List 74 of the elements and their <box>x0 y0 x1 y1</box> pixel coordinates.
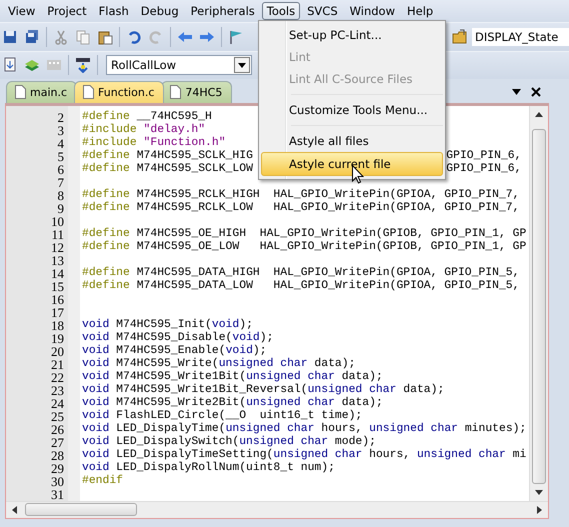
code-line: GPIO_PIN_6, <box>445 162 522 176</box>
line-number: 10 <box>50 214 65 228</box>
code-line: void LED_DispalyTimeSetting(unsigned char hours, unsigned char mi <box>81 448 526 462</box>
line-number: 11 <box>50 228 65 241</box>
code-line: void M74HC595_Write1Bit(unsigned char data); <box>81 370 383 384</box>
line-number: 25 <box>50 410 65 423</box>
line-number: 9 <box>56 202 65 215</box>
line-number: 12 <box>50 240 65 254</box>
code-line: #define M74HC595_RCLK_LOW HAL_GPIO_WritePin(GPIOA, GPIO_PIN_7, <box>81 202 520 215</box>
menu-title[interactable]: Window <box>344 2 400 20</box>
code-line: void M74HC595_Write1Bit_Reversal(unsigned char data); <box>81 384 444 396</box>
line-number: 18 <box>50 318 65 332</box>
code-line: void LED_DispalySwitch(unsigned char mode); <box>81 436 376 448</box>
code-line: void LED_DispalyRollNum(uint8_t num); <box>81 462 335 474</box>
line-number: 20 <box>50 344 65 358</box>
code-line: void M74HC595_Init(void); <box>81 318 253 332</box>
line-number: 27 <box>50 436 65 449</box>
menu-title[interactable]: Project <box>42 2 92 20</box>
code-line: void LED_DispalyTime(unsigned char hours, unsigned char minutes); <box>81 422 526 436</box>
menu-title[interactable]: Flash <box>94 2 134 20</box>
code-line: #define M74HC595_RCLK_HIGH HAL_GPIO_WritePin(GPIOA, GPIO_PIN_7, <box>81 188 520 202</box>
line-number: 4 <box>56 136 65 150</box>
code-line: #define M74HC595_OE_LOW HAL_GPIO_WritePin(GPIOB, GPIO_PIN_1, GP <box>81 240 526 254</box>
code-line: #define M74HC595_OE_HIGH HAL_GPIO_WritePin(GPIOB, GPIO_PIN_1, GP <box>81 228 526 240</box>
line-number: 13 <box>50 254 65 267</box>
menu-title[interactable]: View <box>3 2 40 20</box>
menu-title[interactable]: SVCS <box>302 2 343 20</box>
code-line: #define __74HC595_H <box>81 110 212 124</box>
line-number: 6 <box>56 162 65 176</box>
line-number: 19 <box>50 332 65 345</box>
line-number: 29 <box>50 462 65 475</box>
code-line: void M74HC595_Write2Bit(unsigned char data); <box>81 396 383 410</box>
menu-title[interactable]: Help <box>402 2 438 20</box>
code-line: void FlashLED_Circle(__O uint16_t time); <box>81 410 362 422</box>
line-number: 23 <box>50 384 65 397</box>
menu-item[interactable]: Set-up PC-Lint... <box>261 24 443 46</box>
code-line: #endif <box>81 474 124 488</box>
menu-title[interactable]: Tools <box>262 2 300 20</box>
code-line: #define M74HC595_SCLK_HIG <box>82 150 253 162</box>
line-number: 16 <box>50 292 65 306</box>
code-line: #define M74HC595_DATA_HIGH HAL_GPIO_WritePin(GPIOA, GPIO_PIN_5, <box>81 266 520 280</box>
line-number: 3 <box>56 124 65 137</box>
line-number: 15 <box>50 280 65 293</box>
menu-title[interactable]: Peripherals <box>186 2 260 20</box>
code-line: #include "delay.h" <box>81 124 206 136</box>
find-field[interactable]: DISPLAY_State <box>472 28 569 46</box>
menu-item[interactable]: Astyle all files <box>261 130 443 152</box>
menu-title[interactable]: Debug <box>136 2 184 20</box>
line-number: 5 <box>56 150 65 163</box>
line-number: 17 <box>50 306 65 319</box>
code-line: #define M74HC595_DATA_LOW HAL_GPIO_WritePin(GPIOA, GPIO_PIN_5, <box>81 280 520 293</box>
line-number: 22 <box>50 370 65 384</box>
code-line: void M74HC595_Enable(void); <box>81 344 267 358</box>
line-number: 30 <box>50 474 65 488</box>
line-number: 2 <box>56 110 65 124</box>
line-number: 21 <box>50 358 65 371</box>
line-number: 28 <box>50 448 65 462</box>
code-line: GPIO_PIN_6, <box>445 150 522 163</box>
file-tab[interactable]: Function.c <box>74 80 164 103</box>
file-tab[interactable]: main.c <box>6 80 78 103</box>
code-line: #include "Function.h" <box>81 136 226 150</box>
file-tab[interactable]: 74HC5 <box>161 80 232 103</box>
line-number: 24 <box>50 396 65 410</box>
menu-item[interactable]: Customize Tools Menu... <box>261 99 443 121</box>
target-select[interactable]: RollCallLow <box>106 55 252 76</box>
line-number: 7 <box>56 176 65 189</box>
line-number: 31 <box>50 488 65 501</box>
code-line: void M74HC595_Disable(void); <box>81 332 274 344</box>
line-number: 8 <box>56 188 65 202</box>
menu-item[interactable]: Astyle current file <box>261 152 443 176</box>
code-line: void M74HC595_Write(unsigned char data); <box>81 358 356 370</box>
code-line: #define M74HC595_SCLK_LOW <box>82 162 253 176</box>
line-number: 26 <box>50 422 65 436</box>
line-number: 14 <box>50 266 65 280</box>
